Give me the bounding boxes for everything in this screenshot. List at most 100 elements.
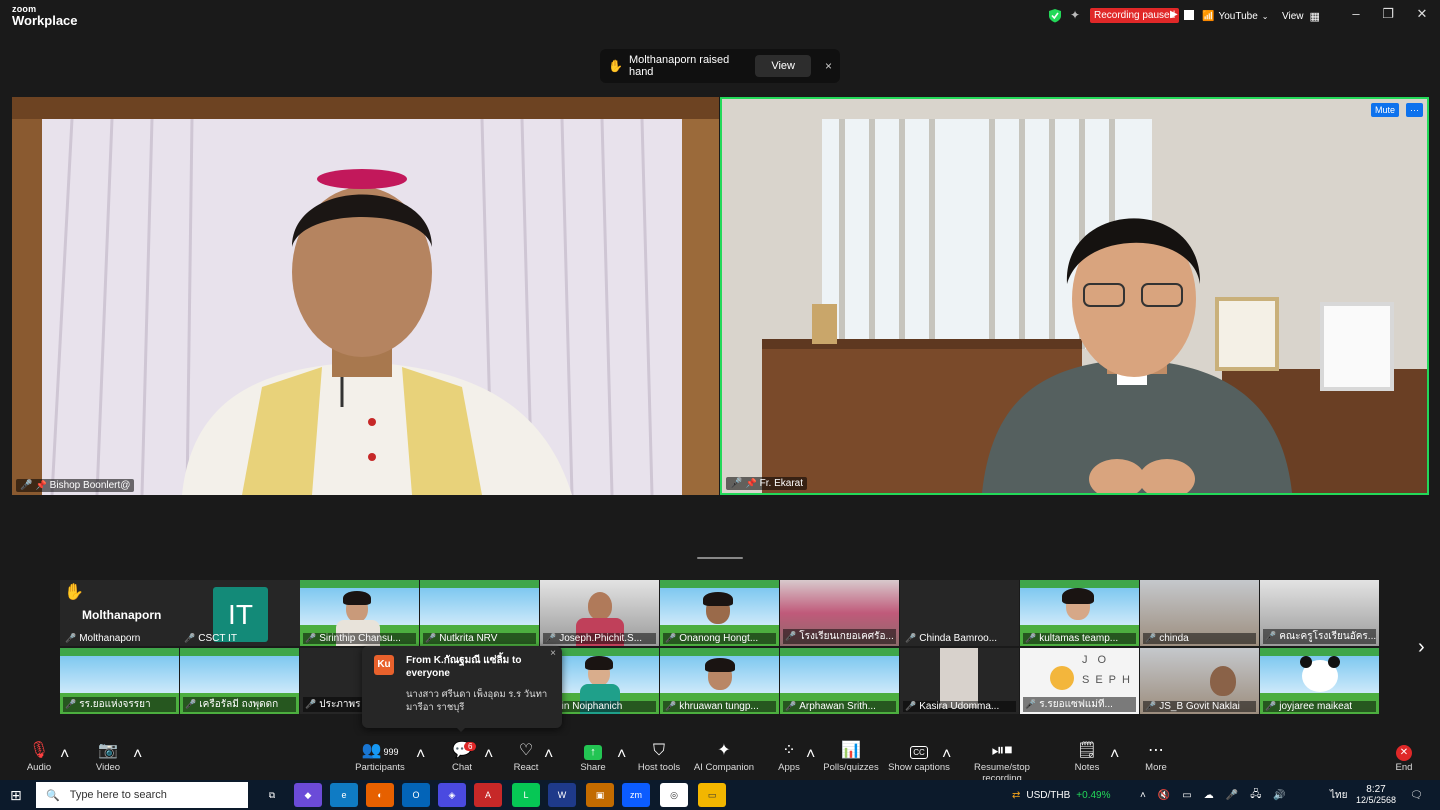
notes-button[interactable]: 🗒 Notes bbox=[1072, 740, 1102, 778]
gallery-tile[interactable]: JO SEPH 🎤 ร.รยอแซฟแม่ที... bbox=[1020, 648, 1139, 714]
chat-message: นางสาว ศรีนดา เพ็งอุดม ร.ร วันทามารีอา ร… bbox=[406, 689, 548, 713]
apps-chevron-icon[interactable]: ˄ bbox=[806, 746, 815, 764]
sparkle-icon[interactable]: ✦ bbox=[1070, 8, 1080, 22]
gallery-tile[interactable]: 🎤 Kasira Udomma... bbox=[900, 648, 1019, 714]
encryption-shield-icon[interactable] bbox=[1048, 8, 1062, 23]
gallery-tile[interactable]: 🎤 Chinda Bamroo... bbox=[900, 580, 1019, 646]
video-options-chevron-icon[interactable]: ˄ bbox=[133, 746, 142, 764]
edge-icon[interactable]: e bbox=[330, 783, 358, 807]
maximize-button[interactable]: ❐ bbox=[1378, 6, 1398, 26]
react-chevron-icon[interactable]: ˄ bbox=[544, 746, 553, 764]
notification-close-button[interactable]: × bbox=[825, 59, 832, 73]
notes-chevron-icon[interactable]: ˄ bbox=[1110, 746, 1119, 764]
youtube-live-button[interactable]: 📶 YouTube ⌄ bbox=[1202, 7, 1268, 25]
gallery-tile[interactable]: 🎤 kultamas teamp... bbox=[1020, 580, 1139, 646]
share-chevron-icon[interactable]: ˄ bbox=[617, 746, 626, 764]
tile-name: 🎤 Nutkrita NRV bbox=[423, 633, 536, 644]
cloud-icon[interactable]: ☁ bbox=[1204, 790, 1214, 801]
mute-participant-button[interactable]: Mute bbox=[1370, 103, 1399, 117]
gallery-tile[interactable]: 🎤 Nutkrita NRV bbox=[420, 580, 539, 646]
mic-muted-icon: 🎙 bbox=[28, 742, 50, 759]
more-options-button[interactable]: ··· bbox=[1406, 103, 1423, 117]
stop-recording-icon[interactable] bbox=[1184, 10, 1194, 20]
tile-name: 🎤 chinda bbox=[1143, 633, 1256, 644]
volume-muted-icon[interactable]: 🔇 bbox=[1158, 790, 1170, 801]
app-icon[interactable]: ▣ bbox=[586, 783, 614, 807]
gallery-tile[interactable]: 🎤 JS_B Govit Naklai bbox=[1140, 648, 1259, 714]
ai-companion-button[interactable]: ✦ AI Companion bbox=[692, 740, 756, 778]
minimize-button[interactable]: – bbox=[1346, 6, 1366, 26]
view-button[interactable]: View ▦ bbox=[1282, 7, 1320, 25]
clock[interactable]: 8:27 12/5/2568 bbox=[1356, 780, 1396, 810]
share-button[interactable]: ↑ Share bbox=[576, 740, 610, 778]
more-button[interactable]: ⋯ More bbox=[1140, 740, 1172, 778]
speaker-video-bishop[interactable]: 🎤 📌 Bishop Boonlert@ bbox=[12, 97, 719, 495]
speaker-icon[interactable]: 🔊 bbox=[1273, 790, 1285, 801]
close-chat-preview-button[interactable]: × bbox=[550, 648, 556, 659]
resize-handle[interactable] bbox=[697, 557, 743, 559]
pdf-app-icon[interactable]: A bbox=[474, 783, 502, 807]
participants-button[interactable]: 👥 999 Participants bbox=[352, 740, 408, 778]
chat-chevron-icon[interactable]: ˄ bbox=[484, 746, 493, 764]
network-icon[interactable]: 🖧 bbox=[1250, 787, 1261, 804]
language-indicator[interactable]: ไทย bbox=[1330, 780, 1347, 810]
host-tools-button[interactable]: ⛉ Host tools bbox=[636, 740, 682, 778]
chat-preview-popup[interactable]: Ku From K.กัณฐมณี แซ่ลิ้ม to everyone นา… bbox=[362, 646, 562, 728]
gallery-tile[interactable]: 🎤 คณะครูโรงเรียนอัคร... bbox=[1260, 580, 1379, 646]
app-icon[interactable]: W bbox=[548, 783, 576, 807]
taskbar-search[interactable]: 🔍 Type here to search bbox=[36, 782, 248, 808]
search-icon: 🔍 bbox=[46, 789, 60, 802]
polls-button[interactable]: 📊 Polls/quizzes bbox=[822, 740, 880, 778]
mic-muted-icon: 🎤 bbox=[185, 699, 197, 709]
gallery-next-arrow[interactable]: › bbox=[1418, 636, 1425, 659]
display-icon[interactable]: ▭ bbox=[1182, 790, 1191, 801]
gallery-tile[interactable]: 🎤 khruawan tungp... bbox=[660, 648, 779, 714]
close-window-button[interactable]: ✕ bbox=[1412, 6, 1432, 26]
participants-chevron-icon[interactable]: ˄ bbox=[416, 746, 425, 764]
gallery-tile[interactable]: 🎤 โรงเรียนเกยอเคศรัอ... bbox=[780, 580, 899, 646]
resume-recording-icon[interactable]: ▶ bbox=[1170, 9, 1178, 20]
resume-recording-button[interactable]: ⏯⏹ Resume/stop recording bbox=[954, 740, 1050, 784]
apps-button[interactable]: ⁘ Apps bbox=[774, 740, 804, 778]
tile-name: 🎤 CSCT IT bbox=[184, 633, 237, 644]
video-button[interactable]: 📷 Video bbox=[90, 740, 126, 778]
gallery-tile[interactable]: 🎤 เครือรัลมี ถงพุดดก bbox=[180, 648, 299, 714]
audio-button[interactable]: 🎙 Audio bbox=[22, 740, 56, 778]
react-button[interactable]: ♡ React bbox=[510, 740, 542, 778]
tile-name: 🎤 Arphawan Srith... bbox=[783, 701, 896, 712]
audio-options-chevron-icon[interactable]: ˄ bbox=[60, 746, 69, 764]
notification-view-button[interactable]: View bbox=[755, 55, 811, 77]
firefox-icon[interactable]: ◐ bbox=[366, 783, 394, 807]
notification-icon[interactable]: 🗨 bbox=[1410, 780, 1423, 810]
gallery-tile[interactable]: 🎤 Sirinthip Chansu... bbox=[300, 580, 419, 646]
speaker-video-fr-ekarat[interactable]: Mute ··· 🎤 📌 Fr. Ekarat bbox=[720, 97, 1429, 495]
line-icon[interactable]: L bbox=[512, 783, 540, 807]
mic-icon[interactable]: 🎤 bbox=[1226, 790, 1238, 801]
gallery-tile[interactable]: 🎤 joyjaree maikeat bbox=[1260, 648, 1379, 714]
windows-start-icon[interactable]: ⊞ bbox=[10, 787, 22, 804]
captions-button[interactable]: CC Show captions bbox=[888, 740, 950, 778]
gallery-tile[interactable]: 🎤 Joseph.Phichit.S... bbox=[540, 580, 659, 646]
gallery-tile[interactable]: ✋ Molthanaporn IT 🎤 Molthanaporn 🎤 CSCT IT bbox=[60, 580, 300, 646]
currency-trend-icon: ⇄ bbox=[1012, 789, 1021, 801]
m365-icon[interactable]: ◈ bbox=[438, 783, 466, 807]
gallery-tile[interactable]: 🎤 รร.ยอแห่งจรรยา bbox=[60, 648, 179, 714]
outlook-icon[interactable]: O bbox=[402, 783, 430, 807]
chrome-icon[interactable]: ◎ bbox=[660, 783, 688, 807]
file-explorer-icon[interactable]: ▭ bbox=[698, 783, 726, 807]
gallery-tile[interactable]: 🎤 chinda bbox=[1140, 580, 1259, 646]
end-meeting-button[interactable]: ✕ End bbox=[1390, 740, 1418, 778]
chat-popup-pointer bbox=[455, 726, 467, 732]
copilot-icon[interactable]: ◆ bbox=[294, 783, 322, 807]
title-bar: zoom Workplace ✦ Recording paused ▶ 📶 Yo… bbox=[0, 0, 1440, 32]
task-view-icon[interactable]: ⧉ bbox=[258, 783, 286, 807]
captions-chevron-icon[interactable]: ˄ bbox=[942, 746, 951, 764]
chat-button[interactable]: 💬 6 Chat bbox=[446, 740, 478, 778]
zoom-icon[interactable]: zm bbox=[622, 783, 650, 807]
gallery-tile[interactable]: 🎤 Arphawan Srith... bbox=[780, 648, 899, 714]
end-call-icon: ✕ bbox=[1390, 740, 1418, 762]
currency-widget[interactable]: ⇄ USD/THB +0.49% bbox=[1012, 780, 1111, 810]
gallery-tile[interactable]: 🎤 Onanong Hongt... bbox=[660, 580, 779, 646]
mic-muted-icon: 🎤 bbox=[730, 478, 743, 489]
chevron-up-icon[interactable]: ˄ bbox=[1140, 790, 1146, 801]
